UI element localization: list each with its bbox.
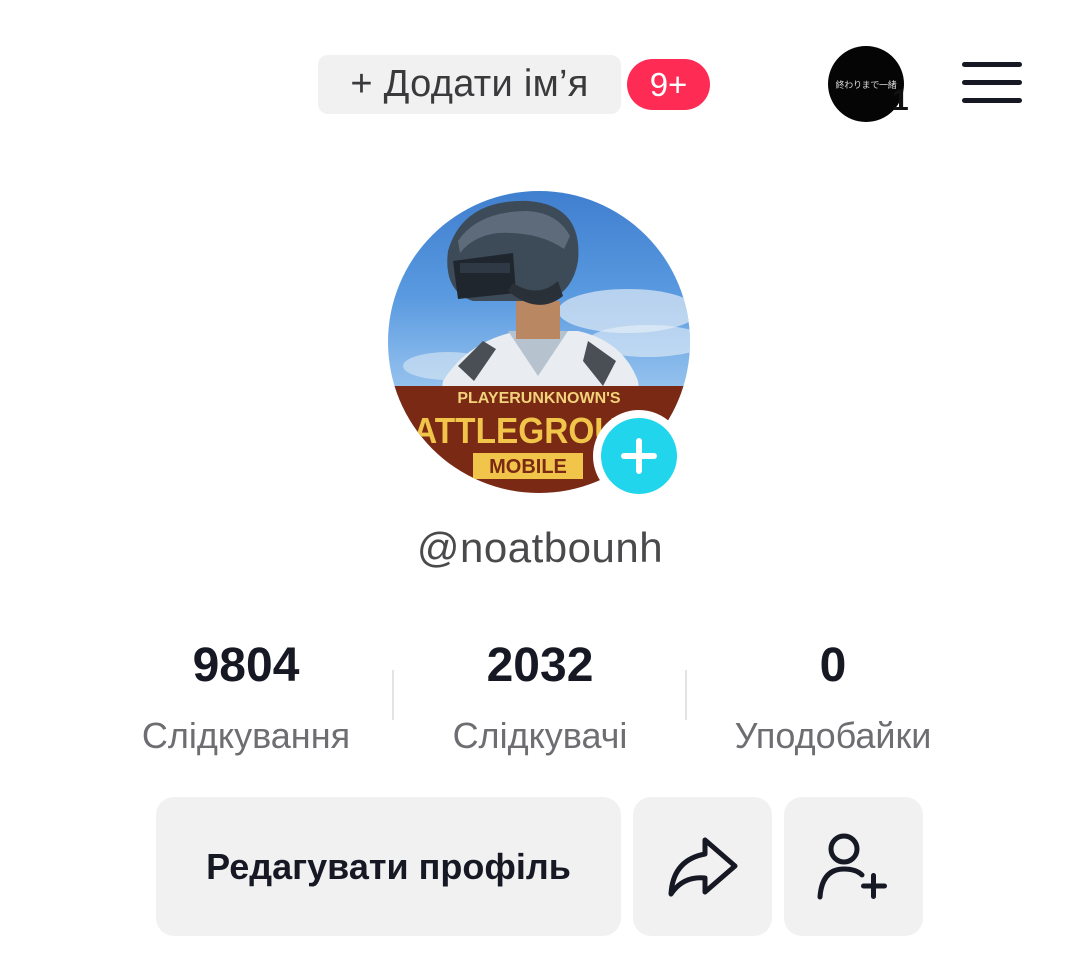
username: @noatbounh (416, 524, 664, 571)
stat-following[interactable]: 9804 Слідкування (118, 636, 374, 766)
edit-profile-button[interactable]: Редагувати профіль (156, 797, 621, 936)
avatar-logo-top: PLAYERUNKNOWN'S (457, 390, 621, 407)
stat-likes-value: 0 (819, 639, 847, 692)
add-name-button[interactable]: + Додати ім’я (318, 55, 621, 114)
share-arrow-icon (668, 837, 737, 896)
stat-divider (392, 670, 394, 720)
add-friend-icon (817, 833, 887, 899)
notification-badge-count: 9+ (649, 65, 688, 103)
plus-icon (601, 418, 677, 494)
share-profile-button[interactable] (633, 797, 772, 936)
profile-page: + Додати ім’я 9+ 終わりまで一緒 1 PLAYERUNKNOWN… (0, 0, 1080, 978)
story-avatar-text: 終わりまで一緒 (835, 79, 897, 90)
add-friend-button[interactable] (784, 797, 923, 936)
edit-profile-label: Редагувати профіль (206, 845, 571, 887)
add-name-label: + Додати ім’я (350, 63, 589, 105)
avatar-logo-bottom: MOBILE (489, 456, 567, 478)
stat-followers-label: Слідкувачі (452, 715, 628, 756)
notification-badge[interactable]: 9+ (627, 59, 710, 110)
stat-likes-label: Уподобайки (734, 715, 932, 756)
stat-followers-value: 2032 (486, 639, 594, 692)
stat-followers[interactable]: 2032 Слідкувачі (414, 636, 666, 766)
stat-likes[interactable]: 0 Уподобайки (706, 636, 960, 766)
add-photo-button[interactable] (593, 410, 685, 502)
stat-divider (685, 670, 687, 720)
story-count: 1 (892, 84, 909, 117)
stat-following-label: Слідкування (141, 715, 351, 756)
hamburger-menu-icon[interactable] (960, 58, 1024, 110)
stat-following-value: 9804 (192, 639, 300, 692)
